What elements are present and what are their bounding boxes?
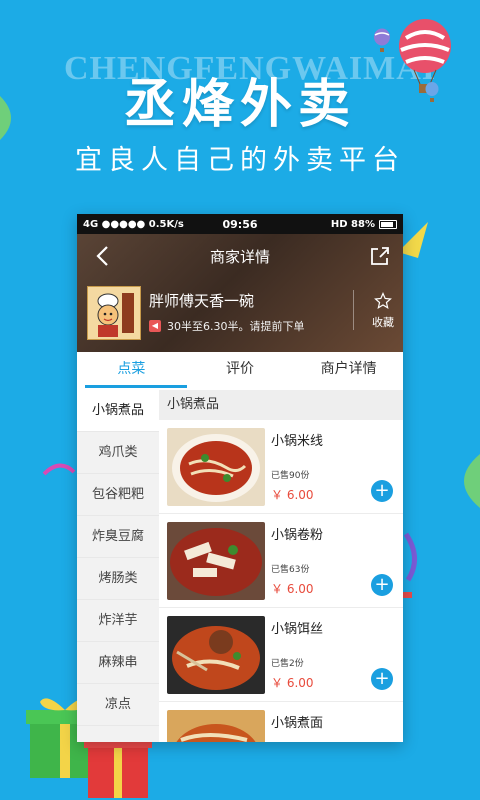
dish-list: 小锅煮品 小锅米线 已售90份 ￥ 6.00 + 小锅卷粉 已售63份 ￥ 6.… bbox=[159, 390, 403, 742]
menu-content: 小锅煮品 鸡爪类 包谷粑粑 炸臭豆腐 烤肠类 炸洋芋 麻辣串 凉点 小锅煮品 小… bbox=[77, 390, 403, 742]
green-leaf-decoration bbox=[0, 96, 11, 140]
confetti-decoration bbox=[402, 532, 417, 598]
dish-sold-count: 已售63份 bbox=[271, 565, 310, 575]
section-header: 小锅煮品 bbox=[159, 390, 403, 420]
chef-logo-icon bbox=[90, 289, 138, 337]
dish-price: ￥ 6.00 bbox=[271, 676, 314, 690]
tab-reviews[interactable]: 评价 bbox=[186, 352, 295, 390]
category-item[interactable]: 鸡爪类 bbox=[77, 432, 159, 474]
shop-hours: 30半至6.30半。请提前下单 bbox=[167, 320, 305, 333]
add-to-cart-button[interactable]: + bbox=[371, 668, 393, 690]
category-sidebar: 小锅煮品 鸡爪类 包谷粑粑 炸臭豆腐 烤肠类 炸洋芋 麻辣串 凉点 bbox=[77, 390, 159, 742]
dish-item[interactable]: 小锅煮面 bbox=[159, 702, 403, 742]
share-button[interactable] bbox=[369, 245, 391, 267]
add-to-cart-button[interactable]: + bbox=[371, 480, 393, 502]
shop-name: 胖师傅天香一碗 bbox=[149, 292, 255, 310]
green-leaf-decoration bbox=[464, 454, 480, 508]
shop-header: 商家详情 胖师傅天香一碗 ◀ 30半至6.30半。请提前下单 收藏 bbox=[77, 234, 403, 352]
dish-name: 小锅米线 bbox=[271, 434, 324, 449]
status-bar: 4G ●●●●● 0.5K/s 09:56 HD 88% bbox=[77, 214, 403, 234]
category-item[interactable]: 烤肠类 bbox=[77, 558, 159, 600]
dish-sold-count: 已售90份 bbox=[271, 471, 310, 481]
app-subtitle: 宜良人自己的外卖平台 bbox=[75, 145, 405, 176]
category-item[interactable]: 麻辣串 bbox=[77, 642, 159, 684]
add-to-cart-button[interactable]: + bbox=[371, 574, 393, 596]
phone-screen: 4G ●●●●● 0.5K/s 09:56 HD 88% 商家详情 胖师傅天香一… bbox=[77, 214, 403, 742]
page-title: 商家详情 bbox=[209, 247, 270, 266]
dish-photo bbox=[167, 522, 265, 600]
tab-merchant-info[interactable]: 商户详情 bbox=[294, 352, 403, 390]
shop-notice: ◀ 30半至6.30半。请提前下单 bbox=[149, 318, 305, 334]
dish-photo bbox=[167, 616, 265, 694]
category-item[interactable]: 包谷粑粑 bbox=[77, 474, 159, 516]
chevron-left-icon bbox=[96, 246, 108, 266]
dish-sold-count: 已售2份 bbox=[271, 659, 304, 669]
favorite-label: 收藏 bbox=[372, 316, 394, 329]
back-button[interactable] bbox=[93, 244, 115, 268]
shop-logo bbox=[87, 286, 141, 340]
share-icon bbox=[371, 247, 389, 265]
tab-bar: 点菜 评价 商户详情 bbox=[77, 352, 403, 391]
dish-photo bbox=[167, 710, 265, 742]
dish-name: 小锅煮面 bbox=[271, 716, 324, 731]
dish-name: 小锅卷粉 bbox=[271, 528, 324, 543]
small-balloon-icon bbox=[374, 28, 390, 52]
dish-name: 小锅饵丝 bbox=[271, 622, 324, 637]
header-divider bbox=[353, 290, 354, 330]
speaker-icon: ◀ bbox=[149, 320, 161, 332]
battery-icon bbox=[379, 219, 397, 229]
small-balloon-icon bbox=[425, 82, 439, 102]
dish-item[interactable]: 小锅饵丝 已售2份 ￥ 6.00 + bbox=[159, 608, 403, 702]
status-time: 09:56 bbox=[222, 217, 258, 231]
active-tab-indicator bbox=[85, 385, 187, 388]
category-item[interactable]: 炸洋芋 bbox=[77, 600, 159, 642]
dish-price: ￥ 6.00 bbox=[271, 582, 314, 596]
category-item[interactable]: 凉点 bbox=[77, 684, 159, 726]
category-item[interactable]: 小锅煮品 bbox=[77, 390, 159, 432]
dish-item[interactable]: 小锅米线 已售90份 ￥ 6.00 + bbox=[159, 420, 403, 514]
favorite-button[interactable]: 收藏 bbox=[363, 292, 403, 330]
star-icon bbox=[374, 292, 392, 309]
dish-item[interactable]: 小锅卷粉 已售63份 ￥ 6.00 + bbox=[159, 514, 403, 608]
category-item[interactable]: 炸臭豆腐 bbox=[77, 516, 159, 558]
dish-photo bbox=[167, 428, 265, 506]
dish-price: ￥ 6.00 bbox=[271, 488, 314, 502]
